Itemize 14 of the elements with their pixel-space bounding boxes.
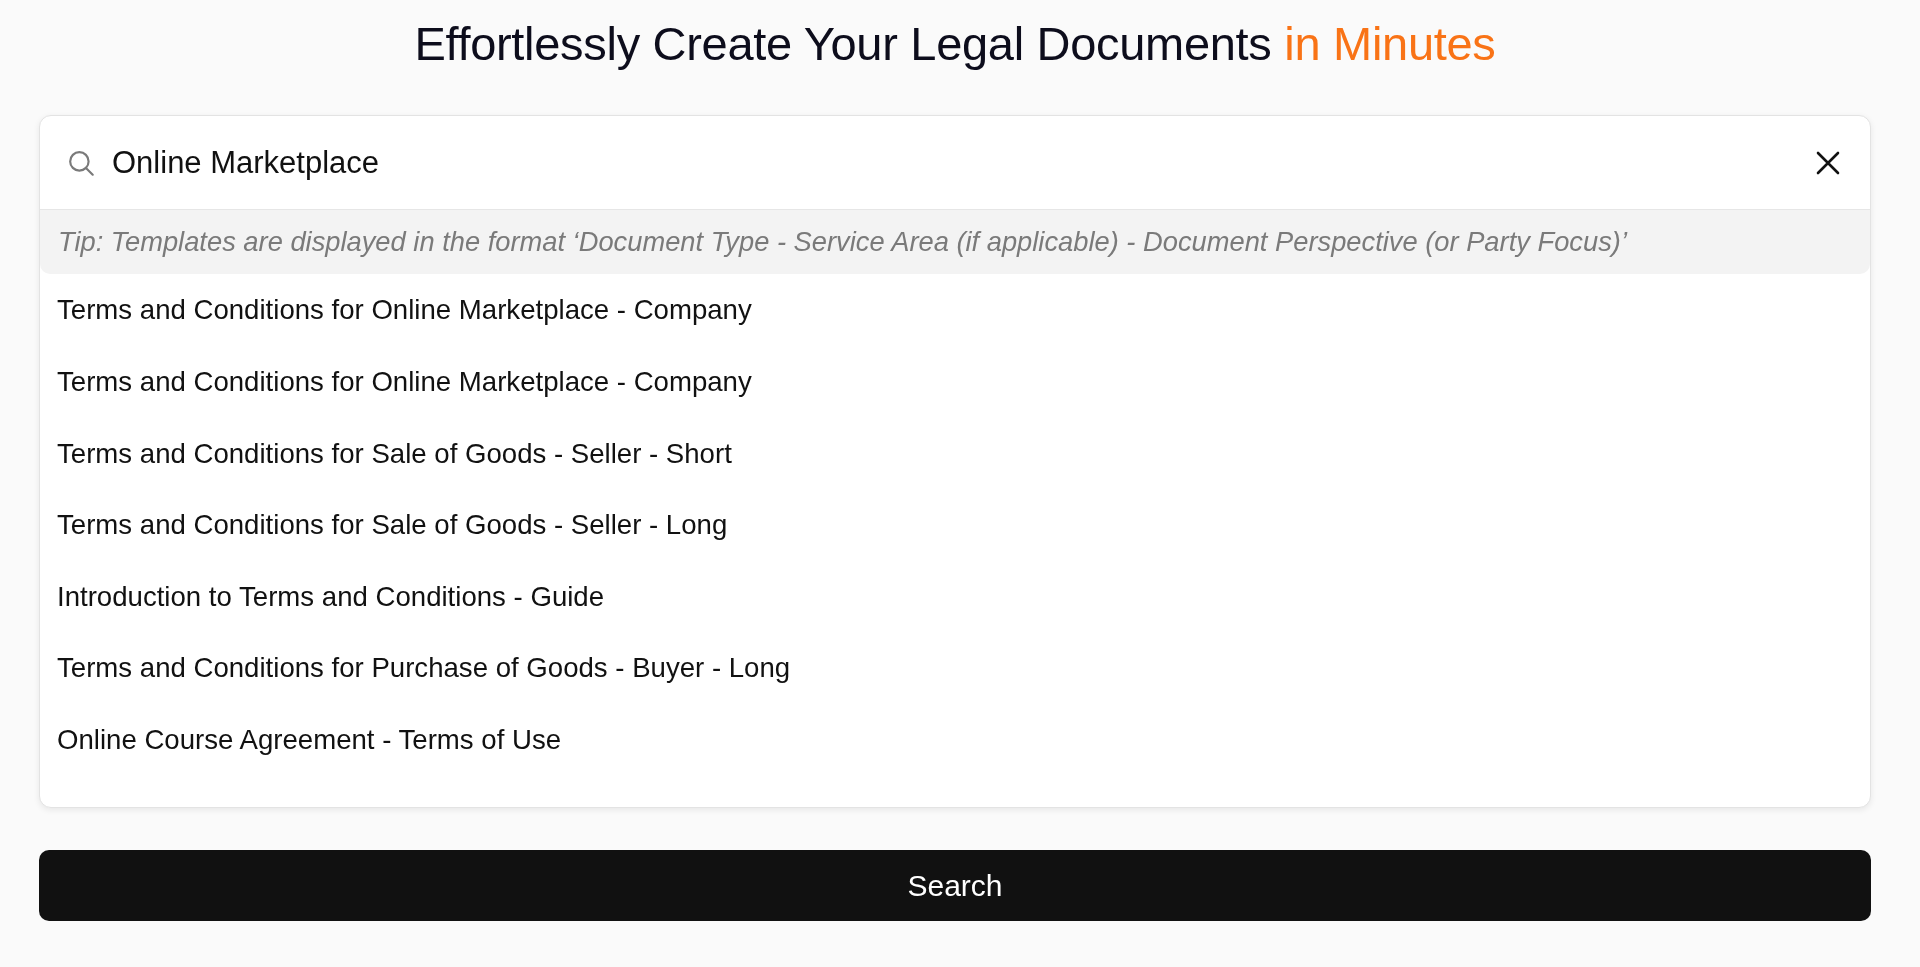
search-input[interactable]: Online Marketplace	[112, 139, 1796, 187]
suggestion-item[interactable]: Terms and Conditions for Sale of Goods - Seller - Long	[40, 489, 1870, 561]
format-tip: Tip: Templates are displayed in the format ‘Document Type - Service Area (if applicable) - Document Perspective (or Party Focus)’	[40, 210, 1870, 275]
suggestion-item[interactable]: Terms and Conditions for Online Marketplace - Company	[40, 274, 1870, 346]
suggestion-item[interactable]: Introduction to Terms and Conditions - Guide	[40, 560, 1870, 633]
close-icon	[1816, 150, 1840, 175]
search-icon	[68, 149, 94, 176]
suggestion-item[interactable]: Online Course Agreement - Terms of Use	[40, 703, 1870, 776]
suggestion-item[interactable]: Terms and Conditions for Sale of Goods - Seller - Short	[40, 417, 1870, 490]
suggestion-item[interactable]: Terms and Conditions for Online Marketplace - Company	[40, 346, 1870, 418]
clear-button[interactable]	[1816, 150, 1840, 175]
page-heading: Effortlessly Create Your Legal Documents in Minutes	[413, 16, 1497, 72]
search-button[interactable]: Search	[39, 850, 1871, 922]
suggestion-item[interactable]: Terms and Conditions for Purchase of Goods - Buyer - Long	[40, 632, 1870, 704]
